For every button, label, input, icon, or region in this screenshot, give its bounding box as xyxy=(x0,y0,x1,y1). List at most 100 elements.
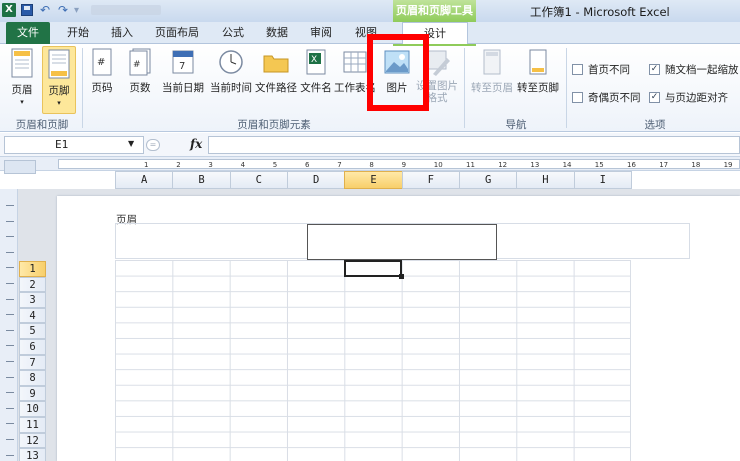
row-header-8[interactable]: 8 xyxy=(19,370,46,386)
checkbox-different-odd-even[interactable]: 奇偶页不同 xyxy=(572,90,641,105)
checkbox-different-first-page[interactable]: 首页不同 xyxy=(572,62,630,77)
row-header-13[interactable]: 13 xyxy=(19,448,46,461)
cell-grid[interactable] xyxy=(115,260,631,461)
active-cell[interactable] xyxy=(344,260,404,279)
column-header-b[interactable]: B xyxy=(172,171,231,189)
ruler-tick xyxy=(6,423,14,425)
footer-button[interactable]: 页脚 ▾ xyxy=(42,46,76,114)
column-header-c[interactable]: C xyxy=(229,171,288,189)
tab-review[interactable]: 审阅 xyxy=(302,22,340,44)
ruler-number: 4 xyxy=(240,161,246,169)
ruler-tick xyxy=(6,345,14,347)
horizontal-ruler: 1 2 3 4 5 6 7 8 9 10 11 12 13 14 15 16 17 18 19 xyxy=(0,157,740,171)
page-number-button[interactable]: # 页码 xyxy=(88,48,116,95)
select-all-corner[interactable] xyxy=(4,160,36,174)
current-date-button[interactable]: 7 当前日期 xyxy=(160,48,206,95)
svg-text:7: 7 xyxy=(179,61,185,72)
ruler-tick xyxy=(6,314,14,316)
column-header-f[interactable]: F xyxy=(401,171,460,189)
redo-icon[interactable]: ↷ xyxy=(56,3,70,17)
undo-icon[interactable]: ↶ xyxy=(38,3,52,17)
header-button[interactable]: 页眉 ▾ xyxy=(6,48,38,106)
ruler-number: 10 xyxy=(433,161,443,169)
goto-header-button[interactable]: 转至页眉 xyxy=(470,48,514,95)
row-header-3[interactable]: 3 xyxy=(19,292,46,308)
column-header-e[interactable]: E xyxy=(344,171,403,189)
row-header-1[interactable]: 1 xyxy=(19,261,46,277)
checkbox-box xyxy=(572,64,583,75)
checkbox-scale-with-document[interactable]: ✓ 随文档一起缩放 xyxy=(649,62,739,77)
redacted-area xyxy=(91,5,162,15)
ruler-tick xyxy=(6,251,14,253)
tab-home[interactable]: 开始 xyxy=(58,22,98,44)
ruler-tick xyxy=(6,454,14,456)
chevron-down-icon: ▾ xyxy=(57,99,61,107)
column-header-h[interactable]: H xyxy=(516,171,575,189)
ruler-number: 5 xyxy=(272,161,278,169)
row-header-9[interactable]: 9 xyxy=(19,385,46,402)
ruler-tick xyxy=(6,439,14,440)
row-header-6[interactable]: 6 xyxy=(19,339,46,355)
ruler-number: 1 xyxy=(144,161,149,169)
annotation-highlight-box xyxy=(367,34,429,111)
row-header-11[interactable]: 11 xyxy=(19,417,46,433)
row-header-12[interactable]: 12 xyxy=(19,432,46,449)
ruler-number: 17 xyxy=(659,161,669,169)
header-center-section[interactable] xyxy=(307,224,497,260)
save-icon[interactable] xyxy=(20,3,34,17)
ruler-tick xyxy=(6,298,14,300)
name-box[interactable]: E1 xyxy=(4,136,144,154)
page-count-button[interactable]: # 页数 xyxy=(124,48,156,95)
ruler-number: 16 xyxy=(627,161,636,169)
context-tab-header-footer-tools: 页眉和页脚工具 xyxy=(393,0,476,22)
group-label-elements: 页眉和页脚元素 xyxy=(237,119,311,131)
tab-insert[interactable]: 插入 xyxy=(104,22,140,44)
svg-text:#: # xyxy=(97,57,105,68)
file-name-button[interactable]: X 文件名 xyxy=(298,48,334,95)
column-header-g[interactable]: G xyxy=(458,171,518,189)
current-time-button[interactable]: 当前时间 xyxy=(208,48,254,95)
ruler-number: 11 xyxy=(466,161,475,169)
column-header-i[interactable]: I xyxy=(573,171,632,189)
row-header-2[interactable]: 2 xyxy=(19,276,46,293)
ruler-tick xyxy=(6,267,14,269)
folder-icon xyxy=(263,55,289,73)
fx-icon[interactable]: fx xyxy=(190,137,202,151)
ruler-number: 6 xyxy=(305,161,310,169)
goto-footer-button[interactable]: 转至页脚 xyxy=(516,48,560,95)
tab-data[interactable]: 数据 xyxy=(258,22,296,44)
ruler-tick xyxy=(6,283,14,284)
checkbox-box xyxy=(572,92,583,103)
group-label-header-footer: 页眉和页脚 xyxy=(15,119,69,131)
row-header-10[interactable]: 10 xyxy=(19,401,46,417)
page-count-icon: # xyxy=(129,48,151,76)
tab-formulas[interactable]: 公式 xyxy=(214,22,252,44)
group-divider xyxy=(82,48,83,128)
ruler-track: 1 2 3 4 5 6 7 8 9 10 11 12 13 14 15 16 17 18 19 xyxy=(58,159,740,169)
ruler-tick xyxy=(6,220,14,222)
file-path-button[interactable]: 文件路径 xyxy=(254,48,298,95)
sheet-grid-icon xyxy=(343,51,367,73)
formula-bar: E1 ▼ = fx xyxy=(0,133,740,157)
formula-input[interactable] xyxy=(208,136,740,154)
excel-file-icon: X xyxy=(306,49,326,75)
excel-app-icon[interactable]: X xyxy=(2,3,16,17)
ruler-number: 19 xyxy=(723,161,733,169)
tab-file[interactable]: 文件 xyxy=(6,22,50,44)
chevron-down-icon[interactable]: ▼ xyxy=(128,139,134,148)
calendar-icon: 7 xyxy=(172,50,194,74)
row-header-7[interactable]: 7 xyxy=(19,354,46,371)
row-header-5[interactable]: 5 xyxy=(19,323,46,339)
customize-qat-icon[interactable]: ▾ xyxy=(74,5,79,16)
window-title: 工作簿1 - Microsoft Excel xyxy=(530,5,670,19)
row-header-4[interactable]: 4 xyxy=(19,307,46,324)
vertical-ruler xyxy=(0,189,18,461)
tab-page-layout[interactable]: 页面布局 xyxy=(146,22,208,44)
ruler-number: 12 xyxy=(498,161,508,169)
column-header-d[interactable]: D xyxy=(286,171,346,189)
chevron-down-icon: ▾ xyxy=(20,98,24,106)
insert-function-circle-icon[interactable]: = xyxy=(146,139,160,151)
checkbox-align-with-margins[interactable]: ✓ 与页边距对齐 xyxy=(649,90,728,105)
ruler-number: 7 xyxy=(337,161,342,169)
column-header-a[interactable]: A xyxy=(115,171,174,189)
